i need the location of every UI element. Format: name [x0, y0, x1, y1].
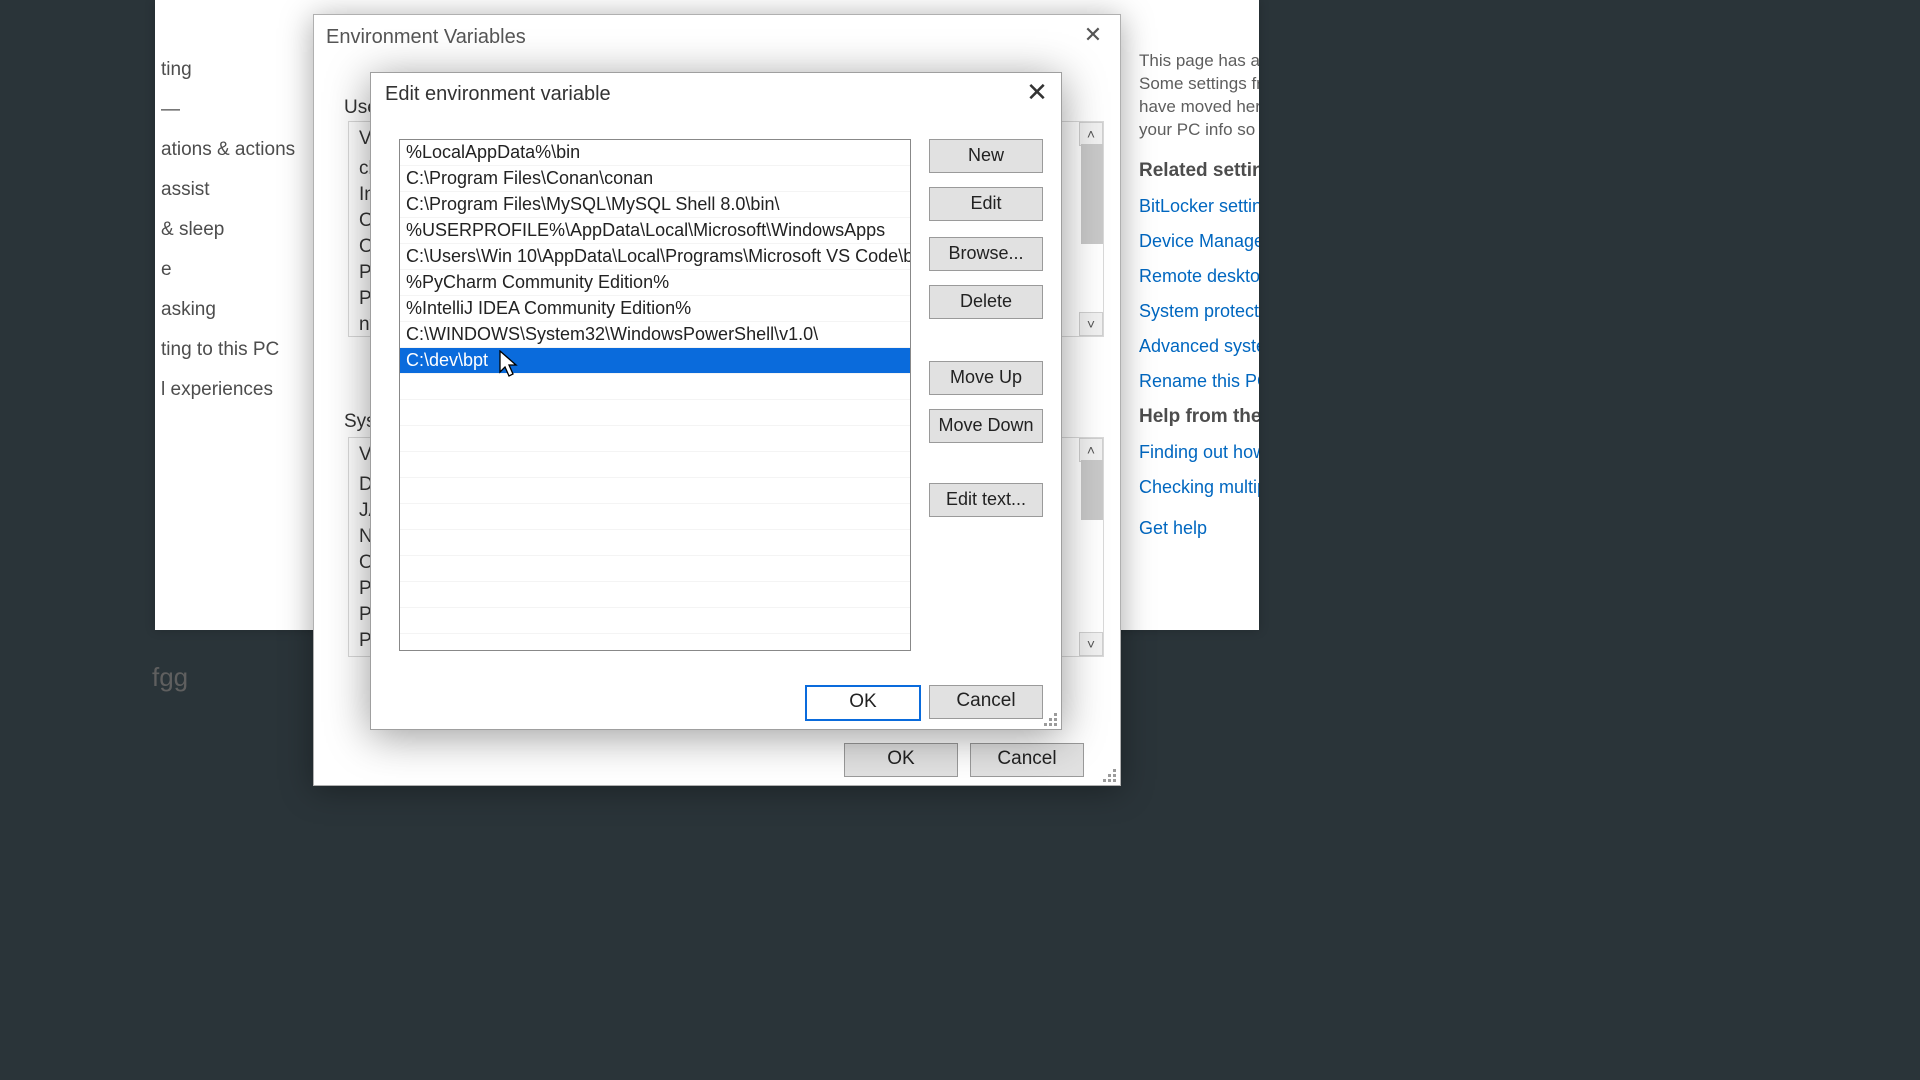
scroll-down-icon[interactable]: ˅: [1079, 312, 1103, 336]
edit-dialog-title: Edit environment variable: [371, 73, 1061, 115]
path-entry-blank[interactable]: [400, 452, 910, 478]
env-dialog-title: Environment Variables: [314, 15, 1120, 59]
related-link[interactable]: System protection: [1139, 301, 1259, 322]
env-ok-button[interactable]: OK: [844, 743, 958, 777]
scroll-thumb[interactable]: [1081, 144, 1103, 244]
new-button[interactable]: New: [929, 139, 1043, 173]
path-entry-blank[interactable]: [400, 400, 910, 426]
path-entry[interactable]: C:\WINDOWS\System32\WindowsPowerShell\v1…: [400, 322, 910, 348]
browse-button[interactable]: Browse...: [929, 237, 1043, 271]
ok-button[interactable]: OK: [805, 685, 921, 721]
path-entry-blank[interactable]: [400, 556, 910, 582]
path-entry[interactable]: C:\dev\bpt: [400, 348, 910, 374]
path-entry[interactable]: C:\Program Files\Conan\conan: [400, 166, 910, 192]
path-entry-blank[interactable]: [400, 374, 910, 400]
move-down-button[interactable]: Move Down: [929, 409, 1043, 443]
edit-env-var-dialog: Edit environment variable ✕ %LocalAppDat…: [370, 72, 1062, 730]
cancel-button[interactable]: Cancel: [929, 685, 1043, 719]
related-link[interactable]: Device Manager: [1139, 231, 1259, 252]
scroll-up-icon[interactable]: ˄: [1079, 438, 1103, 462]
path-entry[interactable]: %IntelliJ IDEA Community Edition%: [400, 296, 910, 322]
path-entry[interactable]: %PyCharm Community Edition%: [400, 270, 910, 296]
related-link[interactable]: Advanced system se: [1139, 336, 1259, 357]
scroll-up-icon[interactable]: ˄: [1079, 122, 1103, 146]
path-entries-list[interactable]: %LocalAppData%\binC:\Program Files\Conan…: [399, 139, 911, 651]
edit-text-button[interactable]: Edit text...: [929, 483, 1043, 517]
help-link[interactable]: Finding out how ma processor has: [1139, 442, 1259, 463]
related-link[interactable]: Remote desktop: [1139, 266, 1259, 287]
edit-button[interactable]: Edit: [929, 187, 1043, 221]
resize-grip-icon[interactable]: [1041, 710, 1057, 726]
path-entry-blank[interactable]: [400, 426, 910, 452]
path-entry-blank[interactable]: [400, 478, 910, 504]
path-entry[interactable]: %LocalAppData%\bin: [400, 140, 910, 166]
resize-grip-icon[interactable]: [1100, 766, 1116, 782]
help-link[interactable]: Checking multiple L: [1139, 477, 1259, 498]
path-entry-blank[interactable]: [400, 608, 910, 634]
path-entry-blank[interactable]: [400, 530, 910, 556]
related-heading: Related settings: [1139, 160, 1259, 182]
scroll-down-icon[interactable]: ˅: [1079, 632, 1103, 656]
move-up-button[interactable]: Move Up: [929, 361, 1043, 395]
path-entry-blank[interactable]: [400, 582, 910, 608]
related-link[interactable]: BitLocker settings: [1139, 196, 1259, 217]
env-cancel-button[interactable]: Cancel: [970, 743, 1084, 777]
path-entry-blank[interactable]: [400, 504, 910, 530]
path-entry[interactable]: C:\Users\Win 10\AppData\Local\Programs\M…: [400, 244, 910, 270]
close-icon[interactable]: ✕: [1066, 15, 1120, 59]
related-link[interactable]: Rename this PC (adv: [1139, 371, 1259, 392]
help-heading: Help from the web: [1139, 406, 1259, 428]
delete-button[interactable]: Delete: [929, 285, 1043, 319]
path-entry-blank[interactable]: [400, 634, 910, 651]
settings-side-panel: This page has a fewSome settings fromhav…: [1139, 50, 1259, 553]
path-entry[interactable]: %USERPROFILE%\AppData\Local\Microsoft\Wi…: [400, 218, 910, 244]
path-entry[interactable]: C:\Program Files\MySQL\MySQL Shell 8.0\b…: [400, 192, 910, 218]
get-help-link[interactable]: Get help: [1139, 518, 1259, 539]
scroll-thumb[interactable]: [1081, 460, 1103, 520]
close-icon[interactable]: ✕: [1013, 73, 1061, 115]
fgg-text: fgg: [152, 662, 188, 693]
